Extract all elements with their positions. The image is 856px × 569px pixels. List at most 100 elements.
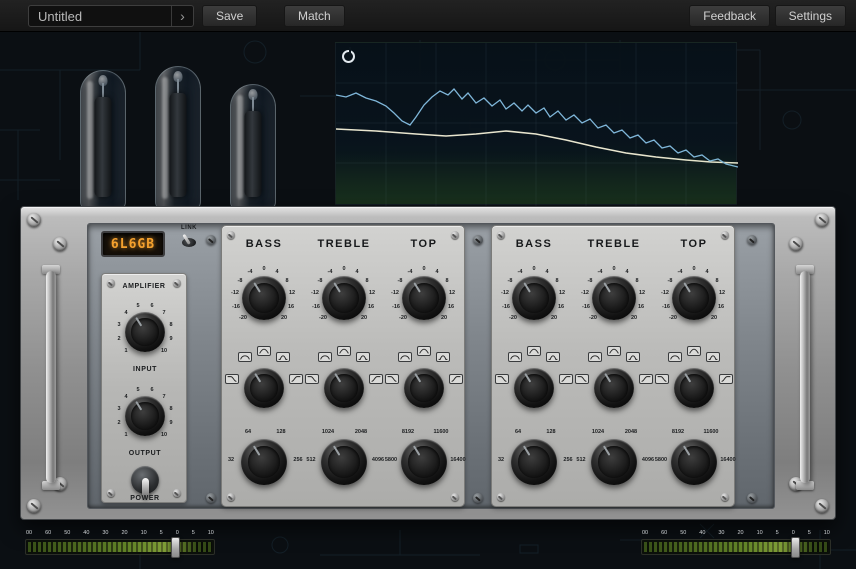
bass-freq-knob-cell: 3264128256 [224, 418, 304, 504]
top-gain-knob[interactable] [402, 276, 446, 320]
narrow-bell-curve-icon [706, 352, 720, 362]
treble-gain-knob-cell: -20-16-12-8-4048121620 [574, 256, 654, 340]
tick-label: -16 [582, 304, 590, 310]
save-button[interactable]: Save [202, 5, 257, 27]
input-knob[interactable] [125, 312, 165, 352]
tick-label: 8 [169, 406, 172, 412]
meter-scale-number: 10 [208, 530, 214, 538]
feedback-button[interactable]: Feedback [689, 5, 770, 27]
eq-column-header-treble: TREBLE [304, 238, 384, 250]
bass-shape-knob[interactable] [244, 368, 284, 408]
bass-shape-knob-cell [494, 342, 574, 418]
preset-next-arrow-icon[interactable]: › [171, 6, 193, 26]
meter-scale: 0060504030201050510 [25, 530, 215, 538]
slope-down-curve-icon [655, 374, 669, 384]
treble-shape-knob-cell [574, 342, 654, 418]
bass-gain-knob[interactable] [512, 276, 556, 320]
slope-up-curve-icon [719, 374, 733, 384]
vacuum-tube-1 [80, 70, 126, 210]
meter-scale-number: 60 [45, 530, 51, 538]
power-toggle[interactable] [131, 466, 159, 494]
preset-name[interactable]: Untitled [29, 9, 171, 24]
meter-scale-number: 5 [192, 530, 195, 538]
power-icon[interactable] [341, 47, 358, 64]
treble-shape-knob-cell [304, 342, 384, 418]
rack-screw [815, 499, 829, 513]
tick-label: 32 [228, 457, 234, 463]
panel-screw [206, 493, 216, 503]
slope-up-curve-icon [639, 374, 653, 384]
preset-selector[interactable]: Untitled › [28, 5, 194, 27]
tick-label: 256 [293, 457, 302, 463]
treble-gain-knob[interactable] [322, 276, 366, 320]
tick-label: -16 [312, 304, 320, 310]
bass-freq-knob[interactable] [241, 439, 287, 485]
tick-label: -20 [319, 315, 327, 321]
slope-down-curve-icon [495, 374, 509, 384]
meter-scale-number: 30 [718, 530, 724, 538]
tick-label: 1024 [322, 429, 334, 435]
tick-label: 1024 [592, 429, 604, 435]
meter-scale-number: 10 [757, 530, 763, 538]
slope-up-curve-icon [289, 374, 303, 384]
top-shape-knob[interactable] [404, 368, 444, 408]
tick-label: -20 [589, 315, 597, 321]
tick-label: 4096 [372, 457, 384, 463]
tick-label: 2048 [355, 429, 367, 435]
tick-label: 20 [711, 315, 717, 321]
treble-freq-knob[interactable] [591, 439, 637, 485]
meter-scale-number: 00 [26, 530, 32, 538]
narrow-bell-curve-icon [356, 352, 370, 362]
meter-scale-number: 10 [141, 530, 147, 538]
top-toolbar: Untitled › Save Match Feedback Settings [0, 0, 856, 32]
tick-label: 256 [563, 457, 572, 463]
output-knob[interactable] [125, 396, 165, 436]
top-shape-knob-cell [384, 342, 464, 418]
treble-gain-knob[interactable] [592, 276, 636, 320]
eq-column-header-top: TOP [384, 238, 464, 250]
rack-screw [27, 499, 41, 513]
tube-highlight [162, 77, 168, 199]
meter-scale-number: 00 [642, 530, 648, 538]
tick-label: 4 [625, 269, 628, 275]
spectrum-analyzer-display [335, 42, 737, 205]
match-button[interactable]: Match [284, 5, 345, 27]
top-freq-knob[interactable] [401, 439, 447, 485]
rack-screw [53, 237, 67, 251]
tick-label: 8 [285, 278, 288, 284]
tick-label: 2 [117, 420, 120, 426]
tick-label: 12 [369, 290, 375, 296]
bass-shape-knob[interactable] [514, 368, 554, 408]
bell-curve-icon [417, 346, 431, 356]
treble-freq-knob[interactable] [321, 439, 367, 485]
meter-scale-number: 5 [160, 530, 163, 538]
settings-button[interactable]: Settings [775, 5, 846, 27]
tick-label: 12 [639, 290, 645, 296]
slope-down-curve-icon [225, 374, 239, 384]
tick-label: 8 [635, 278, 638, 284]
bass-gain-knob[interactable] [242, 276, 286, 320]
output-knob-cell: 12345678910 [102, 376, 188, 450]
tick-label: 5 [136, 387, 139, 393]
tick-label: 12 [289, 290, 295, 296]
treble-shape-knob[interactable] [324, 368, 364, 408]
vacuum-tube-2 [155, 66, 201, 210]
top-shape-knob-cell [654, 342, 734, 418]
slope-down-curve-icon [385, 374, 399, 384]
link-toggle[interactable] [180, 233, 198, 249]
top-gain-knob[interactable] [672, 276, 716, 320]
link-label: LINK [169, 225, 209, 231]
meter-handle[interactable] [171, 537, 180, 558]
tick-label: -16 [662, 304, 670, 310]
top-freq-knob[interactable] [671, 439, 717, 485]
bass-freq-knob[interactable] [511, 439, 557, 485]
meter-handle[interactable] [791, 537, 800, 558]
top-freq-knob-cell: 580081921160016400 [654, 418, 734, 504]
bass-freq-knob-cell: 3264128256 [494, 418, 574, 504]
treble-shape-knob[interactable] [594, 368, 634, 408]
tick-label: 12 [719, 290, 725, 296]
tick-label: -4 [598, 269, 603, 275]
tube-type-display[interactable]: 6L6GB [101, 231, 165, 257]
bass-shape-knob-cell [224, 342, 304, 418]
top-shape-knob[interactable] [674, 368, 714, 408]
